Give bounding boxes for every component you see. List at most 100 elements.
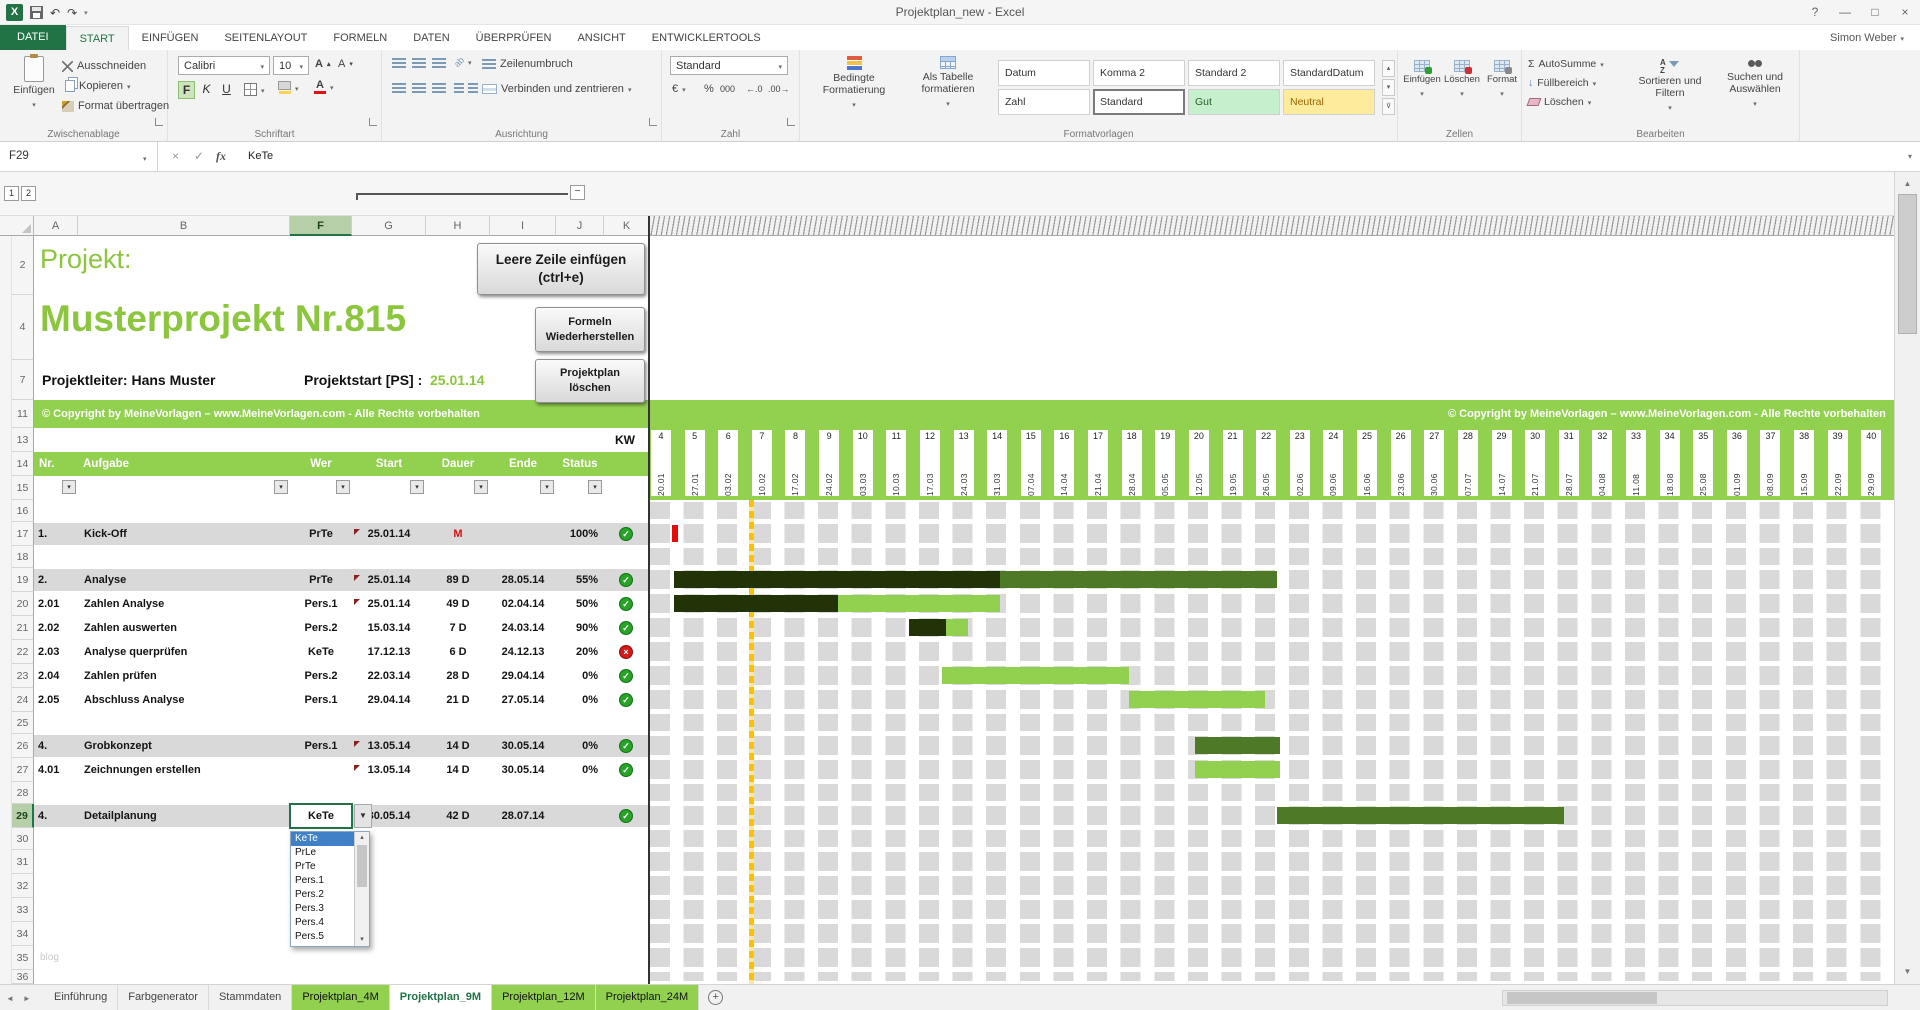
outline-level-2-button[interactable]: 2 (21, 186, 36, 201)
dropdown-option-pers.2[interactable]: Pers.2 (291, 888, 355, 902)
cell-start[interactable]: 29.04.14 (352, 688, 426, 712)
row-header-23[interactable]: 23 (12, 664, 34, 688)
fill-button[interactable]: ↓Füllbereich (1528, 77, 1596, 89)
cell-start[interactable]: 30.05.14 (352, 804, 426, 828)
ribbon-tab-formeln[interactable]: FORMELN (320, 26, 400, 50)
column-header-J[interactable]: J (556, 216, 604, 236)
column-header-K[interactable]: K (604, 216, 650, 236)
dropdown-scrollbar[interactable]: ▴▾ (354, 832, 369, 946)
italic-button[interactable]: K (198, 81, 215, 99)
dialog-launcher-icon[interactable] (787, 118, 795, 126)
cell-wer[interactable]: Pers.1 (290, 592, 352, 616)
cell-dauer[interactable]: M (426, 522, 490, 546)
format-as-table-button[interactable]: Als Tabelle formatieren (902, 56, 994, 111)
select-all-corner[interactable] (0, 216, 34, 236)
insert-cells-button[interactable]: Einfügen (1402, 60, 1442, 101)
cell-style-standard-2[interactable]: Standard 2 (1188, 60, 1280, 86)
row-header-31[interactable]: 31 (12, 850, 34, 874)
ribbon-tab-entwicklertools[interactable]: ENTWICKLERTOOLS (639, 26, 774, 50)
gantt-column-headers[interactable] (650, 216, 1894, 236)
cell-ende[interactable]: 02.04.14 (490, 592, 556, 616)
cell-start[interactable]: 13.05.14 (352, 734, 426, 758)
cell-nr[interactable]: 2. (38, 568, 78, 592)
cell-style-zahl[interactable]: Zahl (998, 89, 1090, 115)
cell-start[interactable]: 22.03.14 (352, 664, 426, 688)
insert-row-button[interactable]: Leere Zeile einfügen (ctrl+e) (477, 243, 645, 295)
dialog-launcher-icon[interactable] (155, 118, 163, 126)
row-header-35[interactable]: 35 (12, 946, 34, 970)
column-header-F[interactable]: F (290, 216, 352, 236)
ribbon-tab-daten[interactable]: DATEN (400, 26, 462, 50)
cell-wer[interactable]: PrTe (290, 522, 352, 546)
align-left-button[interactable] (392, 83, 406, 93)
cell-status[interactable]: 0% (556, 688, 598, 712)
align-bottom-button[interactable] (432, 58, 446, 68)
percent-style-button[interactable]: % (704, 83, 714, 95)
cell-style-gut[interactable]: Gut (1188, 89, 1280, 115)
cell-task[interactable]: Zahlen Analyse (84, 592, 290, 616)
cell-dauer[interactable]: 28 D (426, 664, 490, 688)
ribbon-tab-überprüfen[interactable]: ÜBERPRÜFEN (463, 26, 565, 50)
cell-wer[interactable]: Pers.1 (290, 734, 352, 758)
row-header-13[interactable]: 13 (12, 428, 34, 452)
cell-ende[interactable]: 30.05.14 (490, 758, 556, 782)
cell-task[interactable]: Zeichnungen erstellen (84, 758, 290, 782)
row-header-26[interactable]: 26 (12, 734, 34, 758)
cell-wer[interactable]: KeTe (290, 640, 352, 664)
cell-start[interactable]: 15.03.14 (352, 616, 426, 640)
cell-start[interactable]: 25.01.14 (352, 522, 426, 546)
cell-nr[interactable]: 2.04 (38, 664, 78, 688)
row-header-18[interactable]: 18 (12, 546, 34, 568)
comma-style-button[interactable]: 000 (720, 84, 735, 94)
cell-style-neutral[interactable]: Neutral (1283, 89, 1375, 115)
cell-style-datum[interactable]: Datum (998, 60, 1090, 86)
cell-task[interactable]: Kick-Off (84, 522, 290, 546)
row-header-25[interactable]: 25 (12, 712, 34, 734)
restore-formulas-button[interactable]: Formeln Wiederherstellen (535, 307, 645, 352)
filter-button-B[interactable]: ▾ (274, 480, 288, 494)
align-middle-button[interactable] (412, 58, 426, 68)
minimize-button[interactable]: — (1830, 0, 1860, 25)
cell-dauer[interactable]: 14 D (426, 758, 490, 782)
row-header-17[interactable]: 17 (12, 522, 34, 546)
cell-dauer[interactable]: 7 D (426, 616, 490, 640)
new-sheet-button[interactable]: + (708, 990, 723, 1005)
sheet-tab-projektplan_24m[interactable]: Projektplan_24M (596, 985, 700, 1010)
close-button[interactable]: × (1890, 0, 1920, 25)
row-header-28[interactable]: 28 (12, 782, 34, 804)
ribbon-tab-start[interactable]: START (66, 26, 129, 50)
cell-dauer[interactable]: 89 D (426, 568, 490, 592)
row-header-21[interactable]: 21 (12, 616, 34, 640)
sheet-tab-stammdaten[interactable]: Stammdaten (209, 985, 292, 1010)
name-box-caret-icon[interactable] (143, 142, 147, 174)
row-header-15[interactable]: 15 (12, 476, 34, 500)
cell-status[interactable]: 0% (556, 734, 598, 758)
sheet-tab-projektplan_9m[interactable]: Projektplan_9M (390, 985, 492, 1010)
cell-nr[interactable]: 1. (38, 522, 78, 546)
cell-nr[interactable]: 4.01 (38, 758, 78, 782)
row-header-34[interactable]: 34 (12, 922, 34, 946)
number-format-select[interactable]: Standard (670, 56, 788, 75)
cell-ende[interactable]: 27.05.14 (490, 688, 556, 712)
dropdown-option-prle[interactable]: PrLe (291, 846, 355, 860)
wrap-text-button[interactable]: Zeilenumbruch (482, 58, 573, 70)
align-right-button[interactable] (432, 83, 446, 93)
cell-dauer[interactable]: 14 D (426, 734, 490, 758)
cell-task[interactable]: Grobkonzept (84, 734, 290, 758)
orientation-button[interactable]: ab (454, 56, 472, 68)
cell-dauer[interactable]: 6 D (426, 640, 490, 664)
bold-button[interactable]: F (178, 81, 195, 99)
ribbon-tab-seitenlayout[interactable]: SEITENLAYOUT (211, 26, 320, 50)
cell-ende[interactable]: 28.05.14 (490, 568, 556, 592)
cell-task[interactable]: Abschluss Analyse (84, 688, 290, 712)
cell-dauer[interactable]: 21 D (426, 688, 490, 712)
grow-font-button[interactable]: A▴ (315, 58, 330, 70)
cell-start[interactable]: 13.05.14 (352, 758, 426, 782)
sort-filter-button[interactable]: AZ Sortieren und Filtern (1630, 58, 1710, 115)
cell-wer[interactable]: Pers.1 (290, 688, 352, 712)
cell-ende[interactable]: 29.04.14 (490, 664, 556, 688)
cell-status[interactable]: 0% (556, 758, 598, 782)
align-top-button[interactable] (392, 58, 406, 68)
dropdown-option-pers.3[interactable]: Pers.3 (291, 902, 355, 916)
horizontal-scroll-thumb[interactable] (1507, 992, 1657, 1004)
